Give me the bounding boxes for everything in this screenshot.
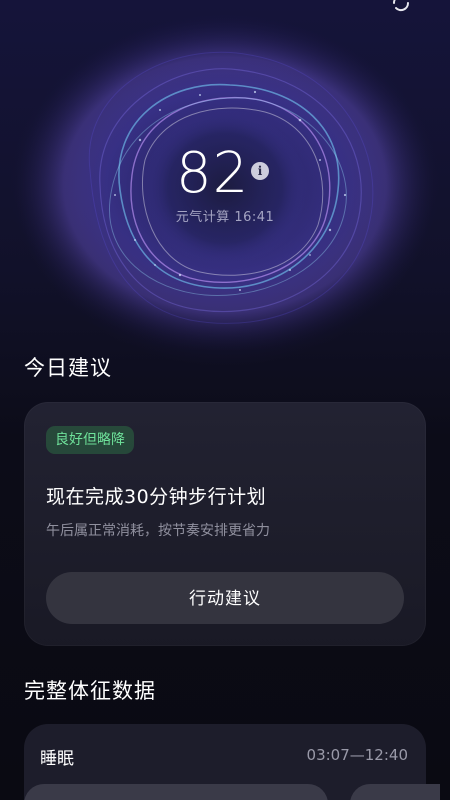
score-value: 82 [176,141,250,206]
vitality-score: 82 i 元气计算 16:41 [0,138,450,238]
app-screen: 82 i 元气计算 16:41 今日建议 良好但略降 现在完成30分钟步行计划 … [0,0,450,800]
advice-card: 良好但略降 现在完成30分钟步行计划 午后属正常消耗，按节奏安排更省力 行动建议 [24,402,426,646]
action-advice-button[interactable]: 行动建议 [46,572,404,624]
vitals-section-title: 完整体征数据 [24,679,156,703]
advice-headline: 现在完成30分钟步行计划 [46,486,267,508]
sleep-chart-panel [24,784,328,800]
advice-section-title: 今日建议 [24,356,112,380]
sleep-card[interactable]: 睡眠 03:07—12:40 [24,724,440,800]
status-badge: 良好但略降 [46,426,134,454]
sleep-label: 睡眠 [40,749,74,769]
score-caption: 元气计算 16:41 [175,210,275,225]
sleep-time-range: 03:07—12:40 [306,746,408,764]
info-icon[interactable]: i [251,162,269,180]
sleep-chart-panel-secondary [350,784,440,800]
advice-description: 午后属正常消耗，按节奏安排更省力 [46,523,270,539]
